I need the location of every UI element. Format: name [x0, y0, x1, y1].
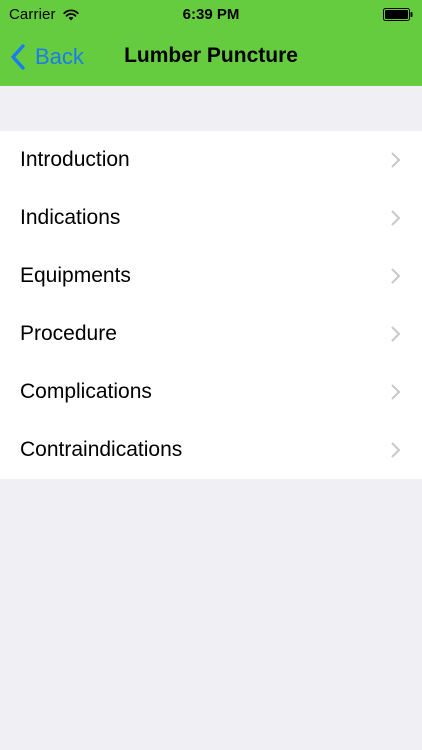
topic-menu-list: Introduction Indications Equipments Proc…: [0, 131, 422, 479]
battery-icon: [383, 8, 413, 21]
menu-item-label: Equipments: [20, 264, 131, 287]
menu-item-indications[interactable]: Indications: [0, 189, 422, 247]
menu-item-label: Contraindications: [20, 438, 183, 461]
chevron-right-icon: [391, 442, 400, 458]
navigation-bar: Back Lumber Puncture: [0, 30, 422, 86]
status-bar: Carrier 6:39 PM: [0, 0, 422, 30]
menu-item-introduction[interactable]: Introduction: [0, 131, 422, 189]
menu-item-procedure[interactable]: Procedure: [0, 305, 422, 363]
chevron-right-icon: [391, 152, 400, 168]
chevron-right-icon: [391, 210, 400, 226]
menu-item-contraindications[interactable]: Contraindications: [0, 421, 422, 479]
chevron-right-icon: [391, 268, 400, 284]
menu-item-equipments[interactable]: Equipments: [0, 247, 422, 305]
menu-item-label: Procedure: [20, 322, 117, 345]
page-title: Lumber Puncture: [124, 44, 298, 67]
chevron-right-icon: [391, 326, 400, 342]
status-time: 6:39 PM: [182, 6, 240, 23]
menu-item-complications[interactable]: Complications: [0, 363, 422, 421]
chevron-right-icon: [391, 384, 400, 400]
menu-item-label: Indications: [20, 206, 121, 229]
header: Carrier 6:39 PM Back Lumber Puncture: [0, 0, 422, 86]
menu-item-label: Introduction: [20, 148, 130, 171]
menu-item-label: Complications: [20, 380, 152, 403]
